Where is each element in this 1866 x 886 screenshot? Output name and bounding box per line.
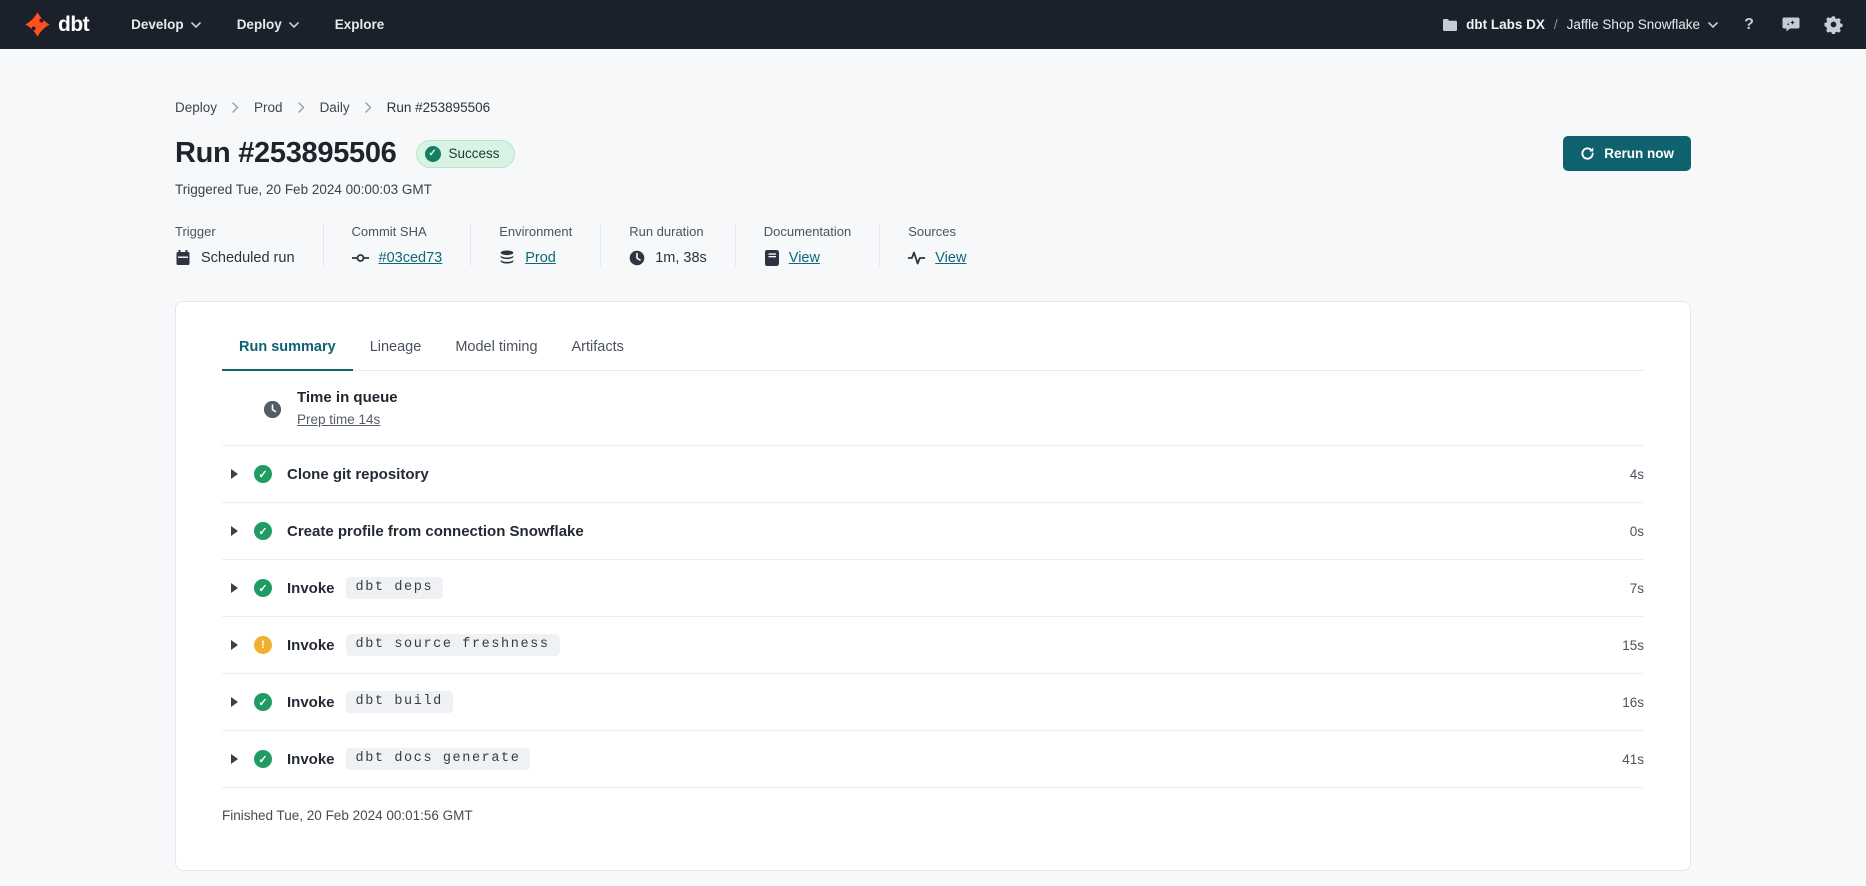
calendar-icon bbox=[175, 250, 191, 266]
expand-caret-icon[interactable] bbox=[231, 754, 238, 764]
step-invoke-dbt-docs-generate[interactable]: ✓ Invoke dbt docs generate 41s bbox=[222, 731, 1644, 788]
database-icon bbox=[499, 250, 515, 266]
breadcrumb-chevron-icon bbox=[298, 102, 305, 113]
command-chip: dbt build bbox=[346, 691, 453, 713]
step-duration: 4s bbox=[1630, 467, 1644, 482]
dbt-logo[interactable]: dbt bbox=[24, 11, 89, 38]
queue-title: Time in queue bbox=[297, 389, 398, 406]
tab-lineage[interactable]: Lineage bbox=[353, 339, 439, 370]
top-navbar: dbt Develop Deploy Explore dbt Labs DX /… bbox=[0, 0, 1866, 49]
chevron-down-icon bbox=[191, 22, 201, 28]
breadcrumb-deploy[interactable]: Deploy bbox=[175, 100, 217, 115]
breadcrumb-current-run: Run #253895506 bbox=[387, 100, 491, 115]
step-invoke-dbt-build[interactable]: ✓ Invoke dbt build 16s bbox=[222, 674, 1644, 731]
feedback-icon[interactable] bbox=[1780, 14, 1802, 36]
breadcrumb: Deploy Prod Daily Run #253895506 bbox=[175, 49, 1691, 115]
nav-develop-label: Develop bbox=[131, 17, 184, 32]
status-badge: ✓ Success bbox=[416, 140, 515, 168]
breadcrumb-daily[interactable]: Daily bbox=[320, 100, 350, 115]
project-name: Jaffle Shop Snowflake bbox=[1567, 17, 1718, 32]
success-icon: ✓ bbox=[254, 579, 272, 597]
step-duration: 16s bbox=[1622, 695, 1644, 710]
nav-develop[interactable]: Develop bbox=[131, 17, 201, 32]
meta-sources: Sources View bbox=[908, 224, 994, 266]
step-duration: 0s bbox=[1630, 524, 1644, 539]
page-title: Run #253895506 bbox=[175, 137, 397, 170]
step-duration: 15s bbox=[1622, 638, 1644, 653]
folder-icon bbox=[1442, 18, 1458, 31]
run-duration-value: 1m, 38s bbox=[655, 250, 707, 266]
success-icon: ✓ bbox=[254, 693, 272, 711]
meta-trigger: Trigger Scheduled run bbox=[175, 224, 324, 266]
account-project-selector[interactable]: dbt Labs DX / Jaffle Shop Snowflake bbox=[1442, 17, 1718, 32]
git-commit-icon bbox=[352, 250, 369, 266]
step-duration: 7s bbox=[1630, 581, 1644, 596]
navbar-right: dbt Labs DX / Jaffle Shop Snowflake ? bbox=[1442, 14, 1844, 36]
step-invoke-dbt-source-freshness[interactable]: ! Invoke dbt source freshness 15s bbox=[222, 617, 1644, 674]
command-chip: dbt docs generate bbox=[346, 748, 531, 770]
meta-commit-sha: Commit SHA #03ced73 bbox=[352, 224, 472, 266]
step-duration: 41s bbox=[1622, 752, 1644, 767]
step-create-profile[interactable]: ✓ Create profile from connection Snowfla… bbox=[222, 503, 1644, 560]
step-invoke-dbt-deps[interactable]: ✓ Invoke dbt deps 7s bbox=[222, 560, 1644, 617]
environment-link[interactable]: Prod bbox=[525, 250, 556, 266]
documentation-view-link[interactable]: View bbox=[789, 250, 820, 266]
clock-icon bbox=[629, 250, 645, 266]
org-name: dbt Labs DX bbox=[1442, 17, 1545, 32]
expand-caret-icon[interactable] bbox=[231, 583, 238, 593]
breadcrumb-prod[interactable]: Prod bbox=[254, 100, 283, 115]
success-check-icon: ✓ bbox=[425, 146, 441, 162]
main-content: Deploy Prod Daily Run #253895506 Run #25… bbox=[175, 49, 1691, 871]
warning-icon: ! bbox=[254, 636, 272, 654]
run-meta-row: Trigger Scheduled run Commit SHA #03ced7… bbox=[175, 224, 1691, 266]
dbt-logo-text: dbt bbox=[58, 13, 89, 37]
run-tabs: Run summary Lineage Model timing Artifac… bbox=[222, 302, 1644, 371]
expand-caret-icon[interactable] bbox=[231, 640, 238, 650]
tab-artifacts[interactable]: Artifacts bbox=[555, 339, 641, 370]
help-icon[interactable]: ? bbox=[1738, 14, 1760, 36]
run-summary-card: Run summary Lineage Model timing Artifac… bbox=[175, 301, 1691, 871]
dbt-logo-icon bbox=[24, 11, 51, 38]
expand-caret-icon[interactable] bbox=[231, 526, 238, 536]
nav-deploy[interactable]: Deploy bbox=[237, 17, 299, 32]
commit-sha-link[interactable]: #03ced73 bbox=[379, 250, 443, 266]
expand-caret-icon[interactable] bbox=[231, 469, 238, 479]
chevron-down-icon bbox=[1708, 22, 1718, 28]
expand-caret-icon[interactable] bbox=[231, 697, 238, 707]
nav-explore[interactable]: Explore bbox=[335, 17, 385, 32]
step-clone-git-repository[interactable]: ✓ Clone git repository 4s bbox=[222, 446, 1644, 503]
command-chip: dbt source freshness bbox=[346, 634, 560, 656]
nav-explore-label: Explore bbox=[335, 17, 385, 32]
refresh-icon bbox=[1580, 146, 1595, 161]
book-icon bbox=[764, 250, 779, 266]
command-chip: dbt deps bbox=[346, 577, 444, 599]
trigger-value: Scheduled run bbox=[201, 250, 295, 266]
settings-gear-icon[interactable] bbox=[1822, 14, 1844, 36]
success-icon: ✓ bbox=[254, 465, 272, 483]
finished-timestamp: Finished Tue, 20 Feb 2024 00:01:56 GMT bbox=[222, 788, 1644, 823]
pulse-icon bbox=[908, 251, 925, 265]
tab-run-summary[interactable]: Run summary bbox=[222, 339, 353, 370]
success-icon: ✓ bbox=[254, 750, 272, 768]
prep-time-link[interactable]: Prep time 14s bbox=[297, 412, 380, 427]
meta-documentation: Documentation View bbox=[764, 224, 880, 266]
account-separator: / bbox=[1554, 17, 1558, 32]
meta-run-duration: Run duration 1m, 38s bbox=[629, 224, 736, 266]
chevron-down-icon bbox=[289, 22, 299, 28]
title-row: Run #253895506 ✓ Success Rerun now bbox=[175, 136, 1691, 171]
breadcrumb-chevron-icon bbox=[365, 102, 372, 113]
rerun-now-button[interactable]: Rerun now bbox=[1563, 136, 1691, 171]
triggered-timestamp: Triggered Tue, 20 Feb 2024 00:00:03 GMT bbox=[175, 182, 1691, 197]
success-icon: ✓ bbox=[254, 522, 272, 540]
sources-view-link[interactable]: View bbox=[935, 250, 966, 266]
meta-environment: Environment Prod bbox=[499, 224, 601, 266]
tab-model-timing[interactable]: Model timing bbox=[438, 339, 554, 370]
queue-clock-icon bbox=[264, 401, 281, 418]
breadcrumb-chevron-icon bbox=[232, 102, 239, 113]
time-in-queue-row: Time in queue Prep time 14s bbox=[222, 371, 1644, 446]
primary-nav: Develop Deploy Explore bbox=[131, 17, 384, 32]
nav-deploy-label: Deploy bbox=[237, 17, 282, 32]
